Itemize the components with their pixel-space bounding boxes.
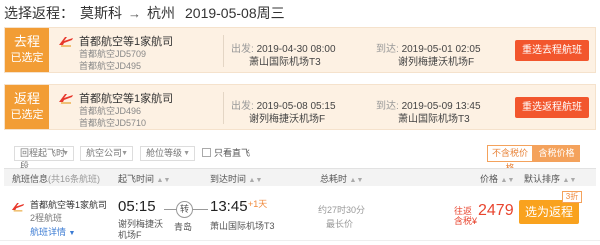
col-label: 价格 bbox=[480, 174, 499, 184]
price-value: 2479 bbox=[478, 202, 514, 219]
header-label: 选择返程： bbox=[4, 5, 74, 21]
badge-status: 已选定 bbox=[10, 109, 44, 121]
flight-result-row[interactable]: 首都航空等1家航司 2程航班 航班详情 ▼ 05:15 谢列梅捷沃机场F 转 青… bbox=[4, 189, 596, 245]
flight-number: 首都航空JD5710 bbox=[79, 118, 147, 128]
direct-only-label[interactable]: 只看直飞 bbox=[214, 146, 250, 159]
col-price[interactable]: 价格 ▲▼ bbox=[480, 172, 514, 185]
discount-badge: 3折 bbox=[562, 191, 582, 203]
destination-city: 杭州 bbox=[147, 5, 175, 21]
airline-logo-icon bbox=[59, 37, 73, 47]
col-arr-time[interactable]: 到达时间 ▲▼ bbox=[210, 172, 262, 185]
filter-bar: 回程起飞时段 ▼ 航空公司 ▼ 舱位等级 ▼ 只看直飞 不含税价格 含税价格 bbox=[0, 140, 600, 173]
flight-count: (共16条航班) bbox=[48, 174, 101, 184]
departure-airport: 谢列梅捷沃机场F bbox=[249, 114, 326, 125]
sort-icon: ▲▼ bbox=[349, 177, 364, 184]
filter-label: 舱位等级 bbox=[146, 148, 183, 158]
direct-only-checkbox[interactable] bbox=[202, 148, 211, 157]
flight-type: 2程航班 bbox=[30, 213, 63, 223]
badge-title: 返程 bbox=[13, 91, 40, 106]
reselect-outbound-button[interactable]: 重选去程航班 bbox=[515, 40, 589, 61]
airline-logo-icon bbox=[11, 203, 25, 212]
arrival-key: 到达: bbox=[376, 44, 399, 55]
origin-city: 莫斯科 bbox=[80, 5, 122, 21]
outbound-segment: 去程 已选定 首都航空等1家航司 首都航空JD5709 首都航空JD495 出发… bbox=[4, 27, 596, 73]
filter-label: 航空公司 bbox=[86, 148, 123, 158]
col-label: 航班信息 bbox=[12, 174, 49, 184]
flight-number: 首都航空JD495 bbox=[79, 61, 142, 71]
reselect-return-button[interactable]: 重选返程航班 bbox=[515, 97, 589, 118]
sort-icon: ▲▼ bbox=[562, 177, 577, 184]
col-label: 起飞时间 bbox=[118, 174, 155, 184]
col-label: 总耗时 bbox=[320, 174, 348, 184]
chevron-down-icon: ▼ bbox=[62, 150, 69, 157]
arrow-right-icon: → bbox=[128, 5, 141, 21]
transfer-badge: 转 bbox=[176, 201, 193, 218]
divider bbox=[0, 240, 600, 241]
arrival-airport: 谢列梅捷沃机场F bbox=[398, 57, 475, 68]
arrival-time: 13:45 bbox=[210, 198, 248, 215]
transfer-city: 青岛 bbox=[174, 222, 193, 232]
arrival-airport: 萧山国际机场T3 bbox=[210, 221, 275, 231]
col-sort[interactable]: 默认排序 ▲▼ bbox=[524, 172, 576, 185]
airline-filter[interactable]: 航空公司 ▼ bbox=[80, 146, 133, 161]
route: 莫斯科 → 杭州 bbox=[80, 3, 175, 23]
divider bbox=[223, 35, 224, 67]
divider bbox=[223, 92, 224, 124]
select-return-button[interactable]: 选为返程 bbox=[519, 200, 579, 224]
departure-time: 05:15 bbox=[118, 198, 156, 215]
flight-detail-link[interactable]: 航班详情 ▼ bbox=[30, 225, 75, 238]
badge-title: 去程 bbox=[13, 34, 40, 49]
col-label: 默认排序 bbox=[524, 174, 561, 184]
duration: 约27时30分 bbox=[318, 205, 366, 215]
chevron-down-icon: ▼ bbox=[121, 150, 128, 157]
price-label: 含税¥ bbox=[454, 216, 478, 226]
return-badge: 返程 已选定 bbox=[5, 85, 49, 129]
badge-status: 已选定 bbox=[10, 52, 44, 64]
sort-icon: ▲▼ bbox=[500, 177, 515, 184]
depart-time-filter[interactable]: 回程起飞时段 ▼ bbox=[14, 146, 74, 171]
duration-note: 最长价 bbox=[326, 219, 354, 229]
outbound-badge: 去程 已选定 bbox=[5, 28, 49, 72]
sort-icon: ▲▼ bbox=[248, 177, 263, 184]
travel-date: 2019-05-08周三 bbox=[185, 5, 285, 21]
airline-logo-icon bbox=[59, 94, 73, 104]
departure-airport: 萧山国际机场T3 bbox=[249, 57, 321, 68]
return-segment: 返程 已选定 首都航空等1家航司 首都航空JD496 首都航空JD5710 出发… bbox=[4, 84, 596, 130]
arrival-key: 到达: bbox=[376, 101, 399, 112]
airline-name: 首都航空等1家航司 bbox=[30, 200, 108, 210]
tax-excluded-tab[interactable]: 不含税价格 bbox=[487, 145, 533, 173]
arrival-airport: 萧山国际机场T3 bbox=[398, 114, 470, 125]
chevron-down-icon: ▼ bbox=[68, 230, 76, 237]
results-header: 航班信息(共16条航班) 起飞时间 ▲▼ 到达时间 ▲▼ 总耗时 ▲▼ 价格 ▲… bbox=[4, 168, 596, 186]
col-label: 到达时间 bbox=[210, 174, 247, 184]
next-day-badge: +1天 bbox=[248, 199, 268, 209]
col-dep-time[interactable]: 起飞时间 ▲▼ bbox=[118, 172, 170, 185]
col-flight-info: 航班信息(共16条航班) bbox=[12, 172, 100, 185]
departure-airport: 谢列梅捷沃机场F bbox=[118, 219, 164, 240]
sort-icon: ▲▼ bbox=[156, 177, 171, 184]
chevron-down-icon: ▼ bbox=[183, 150, 190, 157]
col-duration[interactable]: 总耗时 ▲▼ bbox=[320, 172, 363, 185]
cabin-filter[interactable]: 舱位等级 ▼ bbox=[140, 146, 195, 161]
tax-included-tab[interactable]: 含税价格 bbox=[533, 145, 580, 162]
page-header: 选择返程： 莫斯科 → 杭州 2019-05-08周三 bbox=[0, 0, 600, 26]
detail-label: 航班详情 bbox=[30, 227, 67, 237]
